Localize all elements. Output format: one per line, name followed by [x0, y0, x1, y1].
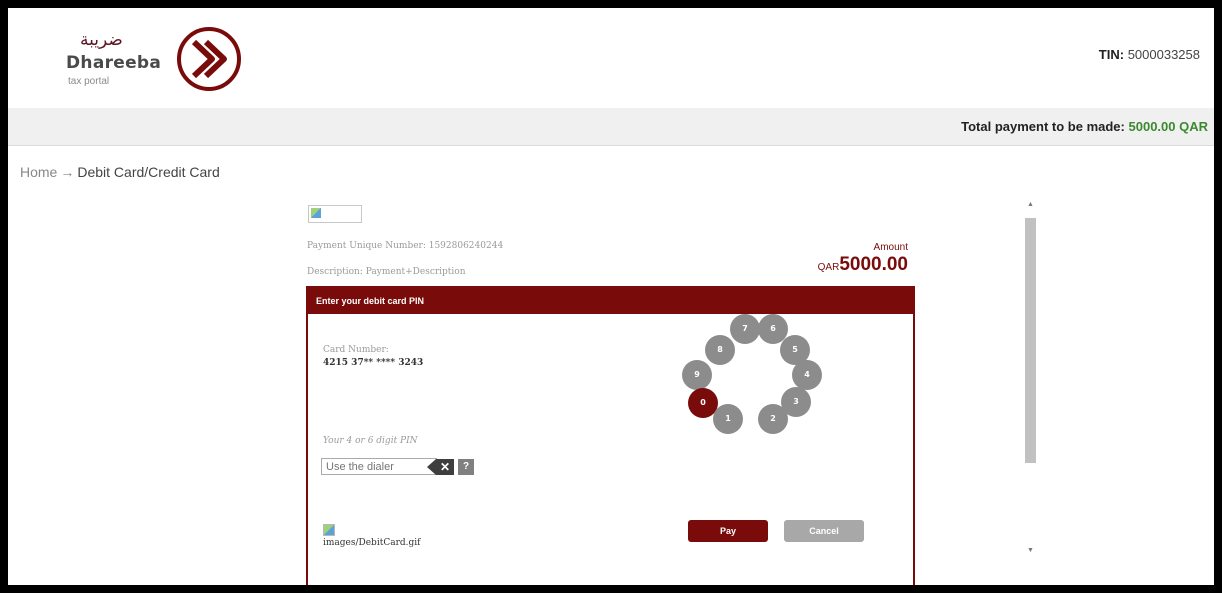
dialer-key-8[interactable]: 8 — [705, 335, 735, 365]
breadcrumb-arrow-icon: → — [60, 164, 75, 180]
breadcrumb-home-link[interactable]: Home — [20, 164, 57, 180]
logo-subtitle: tax portal — [68, 76, 110, 87]
logo-chevron-icon — [177, 27, 241, 91]
total-label: Total payment to be made: — [961, 119, 1125, 134]
payment-description: Description: Payment+Description — [307, 267, 466, 277]
iframe-scrollbar[interactable]: ▲ ▼ — [1024, 198, 1038, 556]
tin-label: TIN: — [1098, 47, 1125, 62]
debit-card-image: images/DebitCard.gif — [323, 524, 420, 548]
payment-unique-number: Payment Unique Number: 1592806240244 — [307, 241, 504, 251]
broken-image-icon — [323, 524, 335, 536]
pin-label: Your 4 or 6 digit PIN — [323, 436, 418, 446]
logo-name: Dhareeba — [66, 53, 162, 73]
card-image-alt-text: images/DebitCard.gif — [323, 538, 421, 548]
panel-title: Enter your debit card PIN — [308, 288, 913, 314]
pay-button[interactable]: Pay — [688, 520, 768, 542]
card-number-value: 4215 37** **** 3243 — [323, 358, 424, 368]
dialer-key-4[interactable]: 4 — [792, 360, 822, 390]
dhareeba-logo[interactable]: ضريبة Dhareeba tax portal — [66, 26, 256, 98]
amount-label: Amount — [873, 242, 908, 253]
debit-card-pin-panel: Enter your debit card PIN Card Number: 4… — [306, 286, 915, 585]
tin-display: TIN: 5000033258 — [1099, 47, 1200, 62]
header: ضريبة Dhareeba tax portal TIN: 500003325… — [8, 8, 1214, 108]
tin-value: 5000033258 — [1127, 47, 1200, 62]
breadcrumb-current: Debit Card/Credit Card — [77, 164, 220, 180]
broken-image-icon — [308, 205, 362, 223]
total-payment: Total payment to be made: 5000.00 QAR — [961, 119, 1208, 134]
total-amount: 5000.00 QAR — [1128, 119, 1209, 134]
dialer-key-7[interactable]: 7 — [730, 314, 760, 344]
amount-value: 5000.00 — [839, 254, 908, 275]
card-number-label: Card Number: — [323, 345, 389, 355]
amount-currency: QAR — [817, 262, 840, 273]
scroll-down-arrow-icon[interactable]: ▼ — [1027, 547, 1034, 554]
help-button[interactable]: ? — [458, 459, 474, 475]
scroll-up-arrow-icon[interactable]: ▲ — [1027, 201, 1034, 208]
scrollbar-thumb[interactable] — [1025, 218, 1036, 463]
dialer-key-1[interactable]: 1 — [713, 404, 743, 434]
dialer-key-2[interactable]: 2 — [758, 404, 788, 434]
dialer-key-9[interactable]: 9 — [682, 360, 712, 390]
logo-arabic-text: ضريبة — [80, 30, 123, 50]
pin-input[interactable] — [321, 458, 437, 475]
clear-pin-button[interactable]: ✕ — [427, 459, 454, 475]
payment-total-bar: Total payment to be made: 5000.00 QAR — [8, 108, 1214, 146]
breadcrumb: Home → Debit Card/Credit Card — [20, 164, 220, 180]
payment-widget: Payment Unique Number: 1592806240244 Des… — [304, 198, 1034, 585]
browser-frame: ضريبة Dhareeba tax portal TIN: 500003325… — [8, 8, 1214, 585]
cancel-button[interactable]: Cancel — [784, 520, 864, 542]
amount-display: QAR5000.00 — [774, 254, 908, 276]
